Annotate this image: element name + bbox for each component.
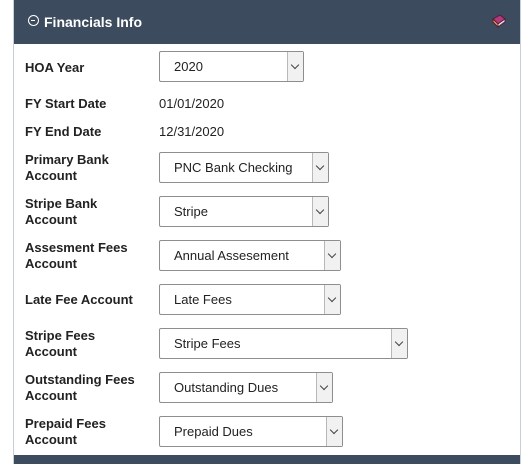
label-line: Prepaid Fees (25, 416, 106, 431)
dropdown-button[interactable] (312, 153, 328, 182)
label-line: Account (25, 168, 77, 183)
dropdown-button[interactable] (391, 329, 407, 358)
outstanding-fees-account-label: Outstanding Fees Account (25, 372, 135, 404)
minus-circle-icon[interactable] (28, 15, 39, 26)
stripe-bank-account-select[interactable]: Stripe (159, 196, 329, 227)
label-line: Account (25, 256, 77, 271)
late-fee-account-value: Late Fees (174, 292, 232, 307)
stripe-bank-account-value: Stripe (174, 204, 208, 219)
prepaid-fees-account-select[interactable]: Prepaid Dues (159, 416, 343, 447)
stripe-fees-account-value: Stripe Fees (174, 336, 241, 351)
stripe-fees-account-label: Stripe Fees Account (25, 328, 95, 360)
stripe-bank-account-label: Stripe Bank Account (25, 196, 97, 228)
label-line: Account (25, 212, 77, 227)
label-line: Account (25, 432, 77, 447)
assesment-fees-account-label: Assesment Fees Account (25, 240, 128, 272)
hoa-year-label: HOA Year (25, 60, 85, 75)
chevron-down-icon (329, 425, 339, 435)
next-panel-header (14, 455, 520, 464)
chevron-down-icon (315, 205, 325, 215)
dropdown-button[interactable] (326, 417, 342, 446)
label-line: Account (25, 344, 77, 359)
late-fee-account-select[interactable]: Late Fees (159, 284, 341, 315)
hoa-year-value: 2020 (174, 59, 203, 74)
dropdown-button[interactable] (324, 285, 340, 314)
chevron-down-icon (394, 337, 404, 347)
chevron-down-icon (327, 293, 337, 303)
label-line: Primary Bank (25, 152, 109, 167)
chevron-down-icon (319, 381, 329, 391)
fy-end-date-value: 12/31/2020 (159, 124, 225, 139)
dropdown-button[interactable] (312, 197, 328, 226)
primary-bank-account-select[interactable]: PNC Bank Checking (159, 152, 329, 183)
hoa-year-select[interactable]: 2020 (159, 51, 304, 82)
outstanding-fees-account-select[interactable]: Outstanding Dues (159, 372, 333, 403)
assesment-fees-account-value: Annual Assesement (174, 248, 289, 263)
stripe-fees-account-select[interactable]: Stripe Fees (159, 328, 408, 359)
dropdown-button[interactable] (324, 241, 340, 270)
chevron-down-icon (315, 161, 325, 171)
panel-header: Financials Info (14, 0, 520, 44)
fy-end-date-label: FY End Date (25, 124, 102, 139)
chevron-down-icon (290, 60, 300, 70)
assesment-fees-account-select[interactable]: Annual Assesement (159, 240, 341, 271)
book-icon[interactable] (490, 13, 508, 31)
prepaid-fees-account-value: Prepaid Dues (174, 424, 253, 439)
panel-title[interactable]: Financials Info (44, 14, 142, 30)
primary-bank-account-value: PNC Bank Checking (174, 160, 293, 175)
chevron-down-icon (327, 249, 337, 259)
financials-info-panel: Financials Info HOA Year 2020 FY Start D… (13, 0, 521, 464)
primary-bank-account-label: Primary Bank Account (25, 152, 109, 184)
label-line: Assesment Fees (25, 240, 128, 255)
label-line: Account (25, 388, 77, 403)
late-fee-account-label: Late Fee Account (25, 292, 133, 307)
dropdown-button[interactable] (287, 52, 303, 81)
label-line: Stripe Bank (25, 196, 98, 211)
label-line: Outstanding Fees (25, 372, 135, 387)
dropdown-button[interactable] (316, 373, 332, 402)
fy-start-date-value: 01/01/2020 (159, 96, 225, 111)
label-line: Stripe Fees (25, 328, 96, 343)
prepaid-fees-account-label: Prepaid Fees Account (25, 416, 106, 448)
outstanding-fees-account-value: Outstanding Dues (174, 380, 279, 395)
fy-start-date-label: FY Start Date (25, 96, 107, 111)
